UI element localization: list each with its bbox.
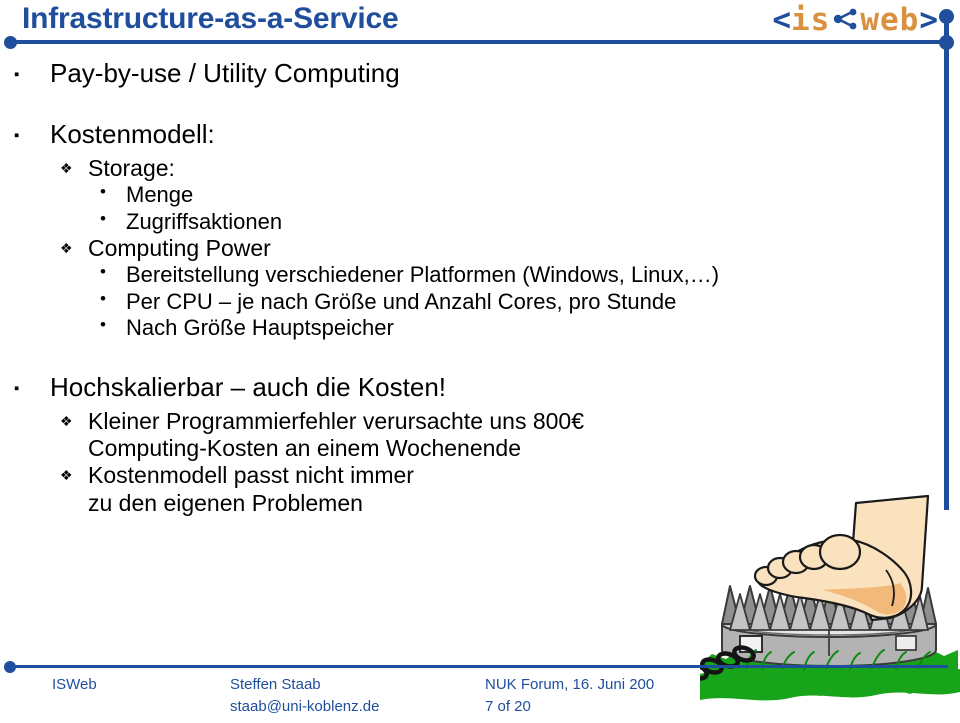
slide-footer: ISWeb Steffen Staab staab@uni-koblenz.de… <box>0 672 960 723</box>
list-item: • Zugriffsaktionen <box>100 209 960 235</box>
list-item: • Bereitstellung verschiedener Platforme… <box>100 262 960 288</box>
iswab-logo: < is web > <box>772 2 938 38</box>
list-item: ▪ Kostenmodell: <box>14 119 960 150</box>
footer-rule <box>10 665 948 668</box>
list-item: ❖ Storage: <box>60 155 960 182</box>
logo-open-bracket: < <box>772 2 791 38</box>
list-item-label: Storage: <box>88 155 175 182</box>
footer-email[interactable]: staab@uni-koblenz.de <box>230 696 380 718</box>
bullet-marker-level2: ❖ <box>60 160 73 177</box>
slide-canvas: Infrastructure-as-a-Service < is web > ▪… <box>0 0 960 723</box>
page-title: Infrastructure-as-a-Service <box>22 2 399 35</box>
footer-event-block: NUK Forum, 16. Juni 200 7 of 20 <box>485 674 654 718</box>
list-item-label: Kostenmodell passt nicht immer zu den ei… <box>88 462 414 516</box>
list-item: • Menge <box>100 182 960 208</box>
bullet-marker-level2: ❖ <box>60 467 73 484</box>
list-item: ❖ Kleiner Programmierfehler verursachte … <box>60 408 960 462</box>
list-item-label: Zugriffsaktionen <box>126 208 283 234</box>
bullet-marker-level3: • <box>100 262 106 282</box>
bullet-marker-level3: • <box>100 288 106 308</box>
list-item-label: Hochskalierbar – auch die Kosten! <box>50 371 447 402</box>
footer-event: NUK Forum, 16. Juni 200 <box>485 676 655 693</box>
network-node-icon <box>832 3 858 39</box>
list-item: ▪ Pay-by-use / Utility Computing <box>14 58 960 89</box>
list-item-label: Per CPU – je nach Größe und Anzahl Cores… <box>126 288 677 314</box>
bullet-marker-level1: ▪ <box>14 66 20 83</box>
list-item: ▪ Hochskalierbar – auch die Kosten! <box>14 372 960 403</box>
slide-body: ▪ Pay-by-use / Utility Computing ▪ Koste… <box>0 58 960 648</box>
list-item-label: Kostenmodell: <box>50 118 215 149</box>
bullet-marker-level2: ❖ <box>60 240 73 257</box>
footer-author-block: Steffen Staab staab@uni-koblenz.de <box>230 674 380 718</box>
logo-word-web: web <box>860 2 920 38</box>
list-item: ❖ Kostenmodell passt nicht immer zu den … <box>60 462 960 516</box>
bullet-marker-level2: ❖ <box>60 413 73 430</box>
list-item: • Per CPU – je nach Größe und Anzahl Cor… <box>100 289 960 315</box>
list-item: ❖ Computing Power <box>60 235 960 262</box>
rail-junction-dot <box>939 35 954 50</box>
header-rule <box>10 40 948 44</box>
list-item-label: Menge <box>126 182 194 208</box>
footer-page-number: 7 of 20 <box>485 697 531 715</box>
list-item-label: Bereitstellung verschiedener Platformen … <box>126 262 720 288</box>
bullet-marker-level3: • <box>100 182 106 202</box>
list-item-label: Nach Größe Hauptspeicher <box>126 315 394 341</box>
list-item-label: Pay-by-use / Utility Computing <box>50 58 400 88</box>
list-item: • Nach Größe Hauptspeicher <box>100 315 960 341</box>
bullet-marker-level1: ▪ <box>14 126 20 144</box>
footer-organisation: ISWeb <box>52 676 97 693</box>
logo-close-bracket: > <box>919 2 938 38</box>
bullet-marker-level3: • <box>100 208 106 228</box>
logo-word-is: is <box>791 2 831 38</box>
bullet-marker-level1: ▪ <box>14 379 20 397</box>
list-item-label: Kleiner Programmierfehler verursachte un… <box>88 408 585 462</box>
list-item-label: Computing Power <box>88 235 271 262</box>
bullet-marker-level3: • <box>100 315 106 335</box>
footer-author: Steffen Staab <box>230 676 321 693</box>
